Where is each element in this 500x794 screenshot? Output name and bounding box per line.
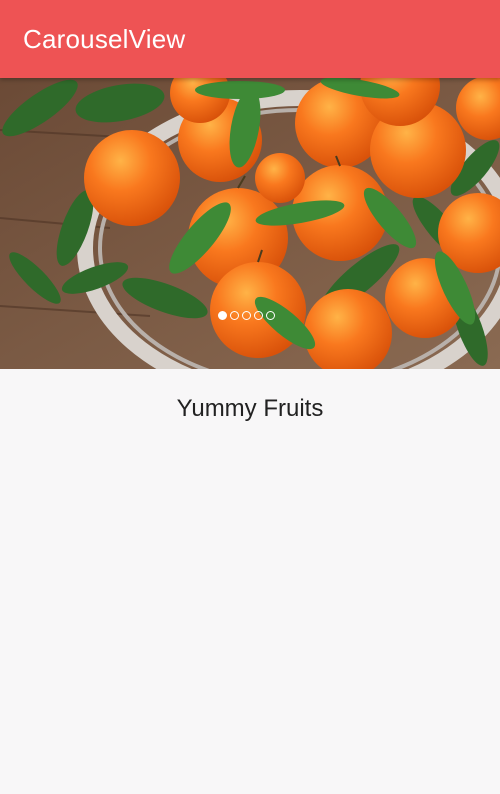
app-title: CarouselView (23, 24, 186, 54)
indicator-dot-5[interactable] (266, 311, 275, 320)
app-bar: CarouselView (0, 0, 500, 78)
carousel-view[interactable] (0, 78, 500, 369)
carousel-caption: Yummy Fruits (176, 395, 324, 422)
carousel-image (0, 78, 500, 369)
indicator-dot-2[interactable] (230, 311, 239, 320)
indicator-dot-1[interactable] (218, 311, 227, 320)
indicator-dot-4[interactable] (254, 311, 263, 320)
indicator-dot-3[interactable] (242, 311, 251, 320)
carousel-indicators[interactable] (218, 311, 275, 320)
